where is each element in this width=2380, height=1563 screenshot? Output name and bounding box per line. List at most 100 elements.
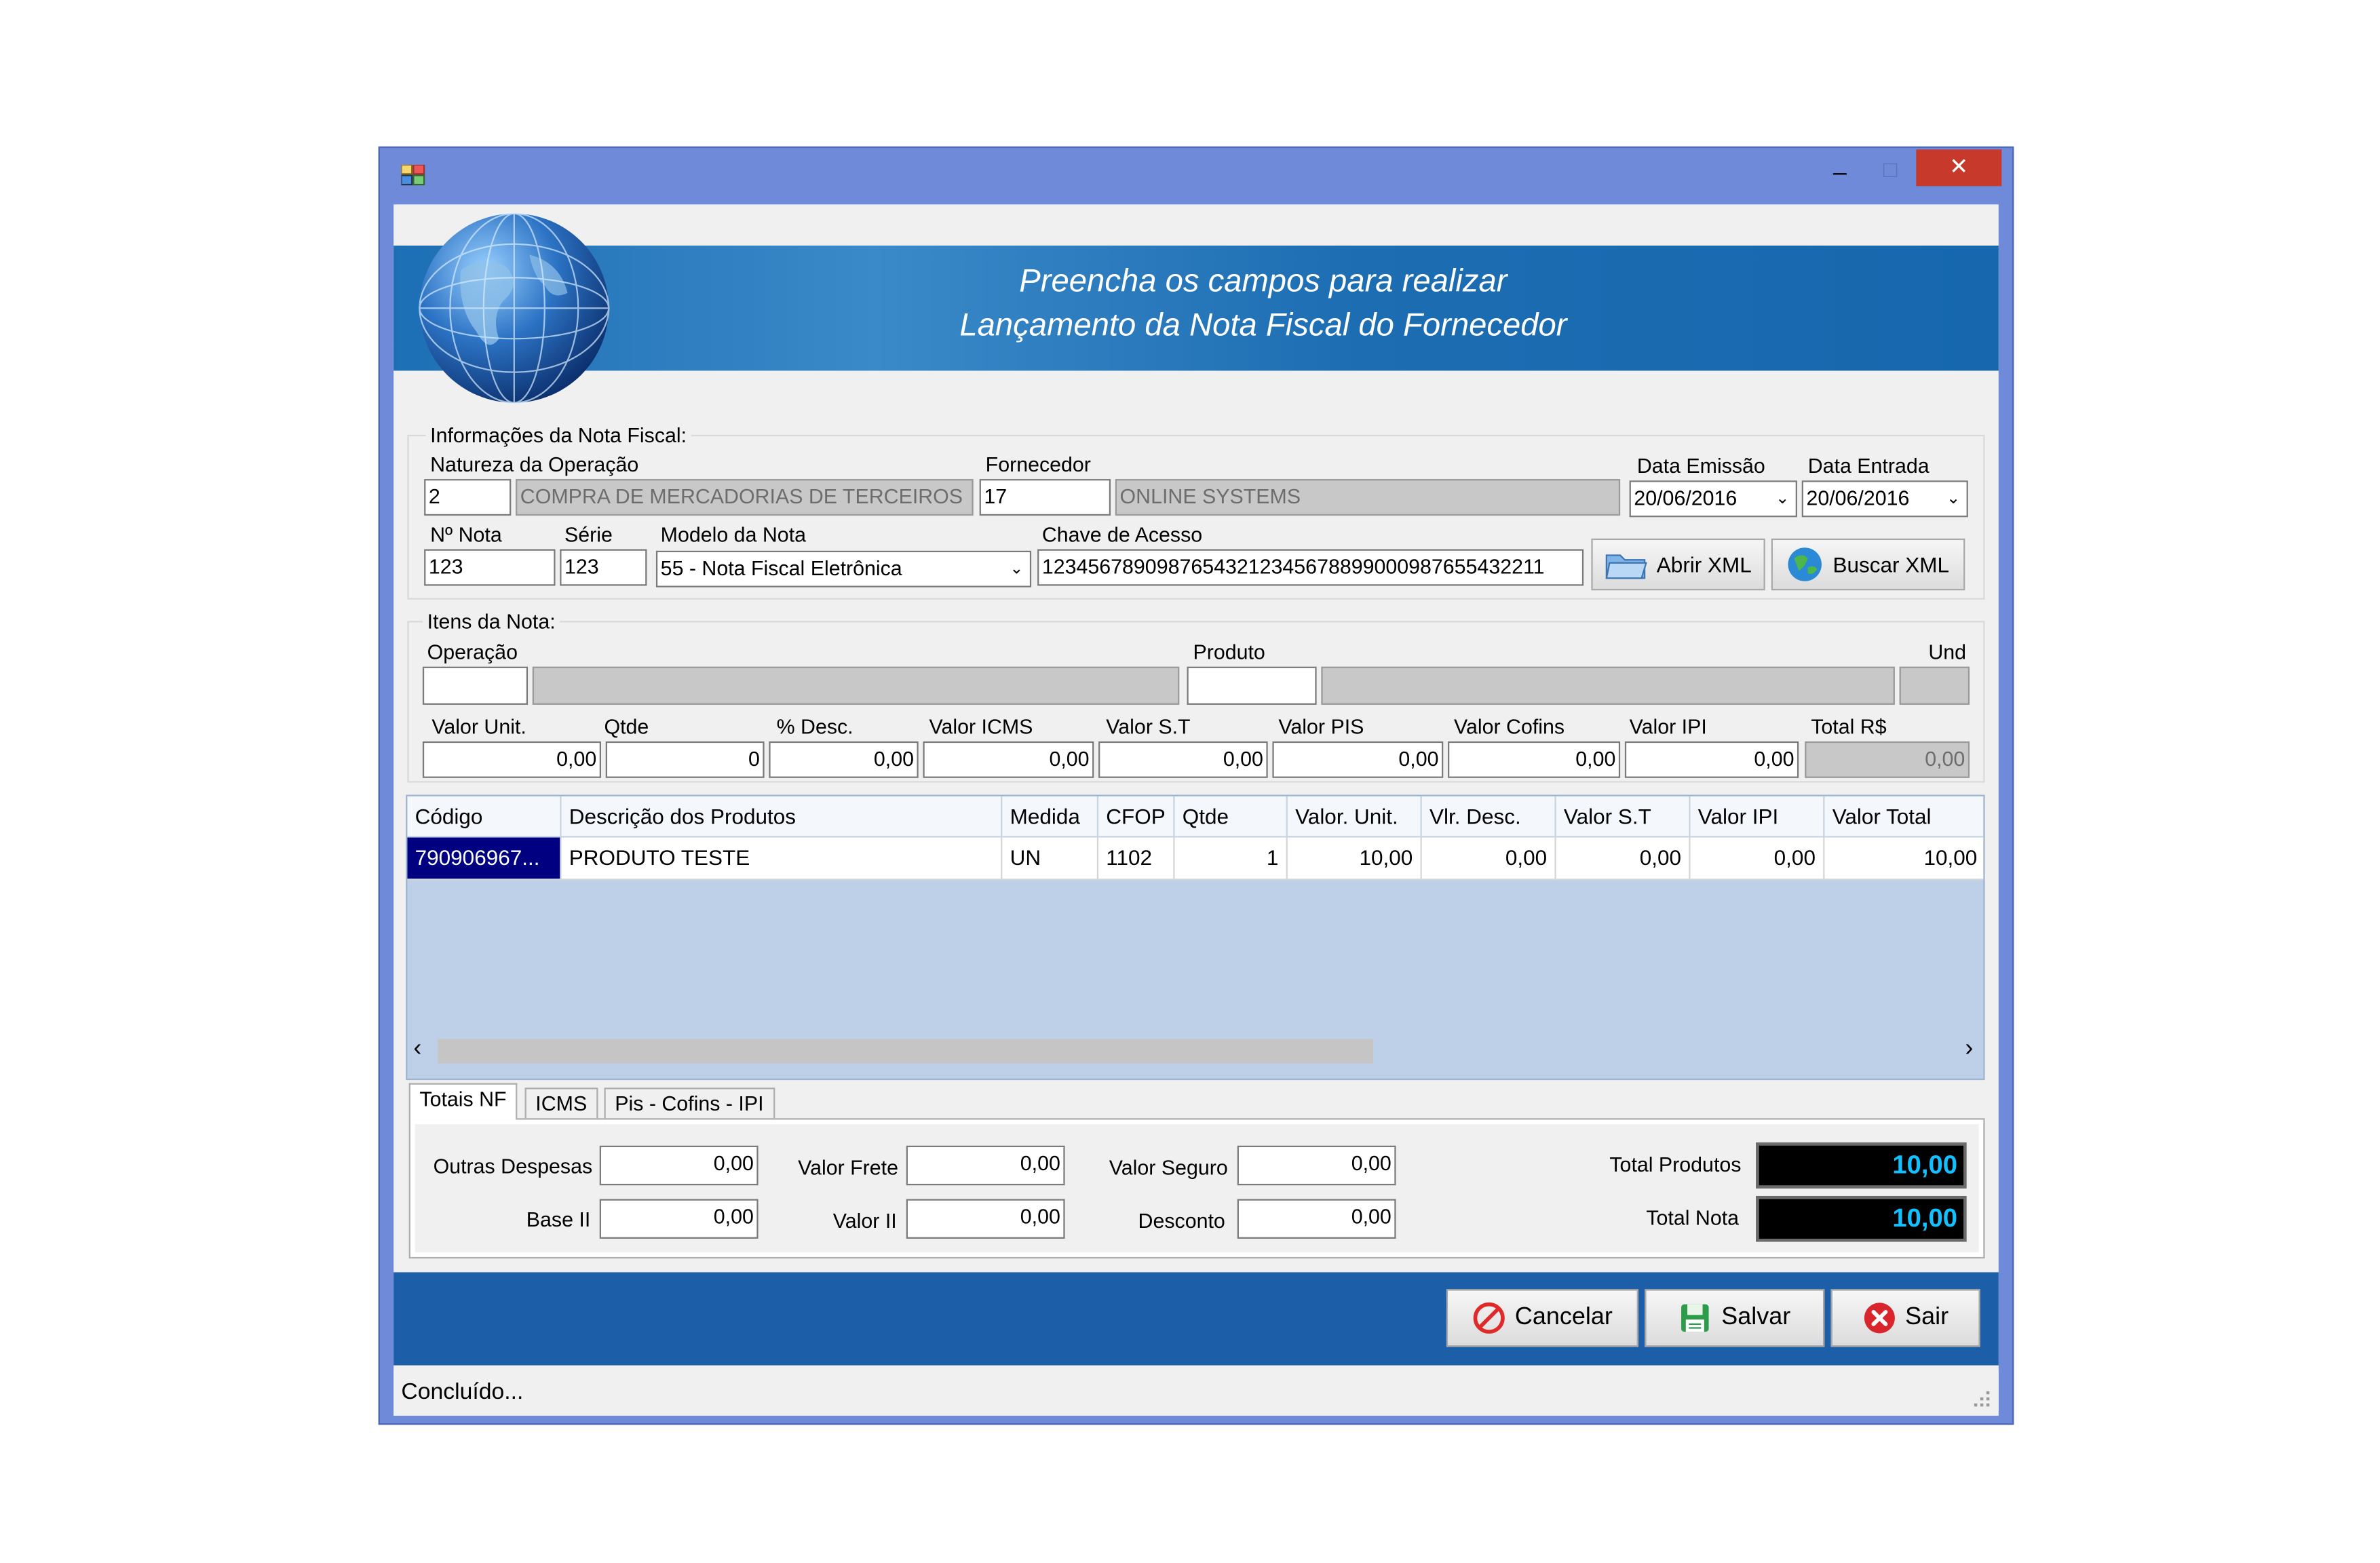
chave-input[interactable]: 1234567890987654321234567889900098765543… [1037,549,1584,586]
scroll-left-icon[interactable]: ‹ [413,1036,421,1063]
tab-icms[interactable]: ICMS [524,1087,598,1120]
icms-label: Valor ICMS [929,715,1033,739]
column-header-valor-total[interactable]: Valor Total [1824,796,1984,838]
close-circle-icon [1864,1302,1895,1334]
folder-icon [1605,554,1647,579]
status-text: Concluído... [401,1378,524,1406]
nota-input[interactable]: 123 [424,549,556,586]
produto-desc-input[interactable] [1321,666,1895,705]
outras-label: Outras Despesas [433,1155,593,1178]
title-bar[interactable]: – □ ✕ [380,148,2012,203]
chevron-down-icon: ⌄ [1010,560,1024,579]
resize-grip-icon[interactable] [1973,1388,1991,1407]
chave-label: Chave de Acesso [1041,523,1203,547]
valor-unit-input[interactable]: 0,00 [422,741,601,778]
total-nota-value: 10,00 [1756,1195,1967,1242]
qtde-input[interactable]: 0 [605,741,765,778]
modelo-select[interactable]: 55 - Nota Fiscal Eletrônica ⌄ [655,550,1032,587]
chevron-down-icon: ⌄ [1775,489,1790,508]
cell-valor-total[interactable]: 10,00 [1824,837,1984,881]
outras-input[interactable]: 0,00 [599,1145,759,1186]
itens-group-title: Itens da Nota: [422,610,560,635]
minimize-button[interactable]: – [1822,157,1858,191]
column-header-cfop[interactable]: CFOP [1098,796,1175,838]
column-header-codigo[interactable]: Código [407,796,562,838]
banner-line-1: Preencha os campos para realizar [1019,264,1508,299]
desconto-label: Desconto [1138,1210,1225,1233]
pis-input[interactable]: 0,00 [1272,741,1444,778]
icms-input[interactable]: 0,00 [923,741,1094,778]
status-bar: Concluído... [394,1370,1999,1416]
save-icon [1681,1304,1710,1332]
grid-header: Código Descrição dos Produtos Medida CFOP Qt… [407,796,1984,838]
data-emissao-picker[interactable]: 20/06/2016 ⌄ [1629,480,1797,518]
cofins-input[interactable]: 0,00 [1448,741,1621,778]
cell-valor-ipi[interactable]: 0,00 [1690,837,1825,881]
natureza-desc-input[interactable]: COMPRA DE MERCADORIAS DE TERCEIROS [516,479,974,516]
operacao-desc-input[interactable] [532,666,1180,705]
window-client-area: Preencha os campos para realizar Lançame… [394,204,1999,1416]
desc-input[interactable]: 0,00 [769,741,919,778]
frete-input[interactable]: 0,00 [906,1145,1065,1186]
buscar-xml-button[interactable]: Buscar XML [1771,538,1965,591]
column-header-descricao[interactable]: Descrição dos Produtos [561,796,1003,838]
pis-label: Valor PIS [1278,715,1364,739]
desc-label: % Desc. [776,715,853,739]
total-label: Total R$ [1811,715,1887,739]
total-input[interactable]: 0,00 [1805,741,1970,778]
cell-vlr-desc[interactable]: 0,00 [1421,837,1556,881]
base-input[interactable]: 0,00 [599,1199,759,1239]
column-header-valor-ipi[interactable]: Valor IPI [1690,796,1825,838]
close-button[interactable]: ✕ [1916,149,2002,187]
info-group-title: Informações da Nota Fiscal: [425,424,691,449]
tab-pis-cofins-ipi[interactable]: Pis - Cofins - IPI [604,1087,775,1120]
produto-label: Produto [1193,640,1265,664]
column-header-valor-unit[interactable]: Valor. Unit. [1287,796,1422,838]
produto-code-input[interactable] [1187,666,1317,705]
und-input[interactable] [1899,666,1970,705]
cancelar-button[interactable]: Cancelar [1446,1289,1639,1347]
abrir-xml-button[interactable]: Abrir XML [1591,538,1765,591]
scroll-right-icon[interactable]: › [1965,1036,1973,1063]
data-entrada-picker[interactable]: 20/06/2016 ⌄ [1801,480,1968,518]
st-input[interactable]: 0,00 [1098,741,1268,778]
natureza-label: Natureza da Operação [430,452,639,476]
cell-descricao[interactable]: PRODUTO TESTE [561,837,1003,881]
cell-cfop[interactable]: 1102 [1098,837,1175,881]
column-header-medida[interactable]: Medida [1002,796,1099,838]
data-entrada-value: 20/06/2016 [1806,486,1910,510]
cell-codigo[interactable]: 790906967... [407,837,562,881]
scrollbar-thumb[interactable] [438,1039,1373,1064]
fornecedor-code-input[interactable]: 17 [979,479,1111,516]
serie-input[interactable]: 123 [560,549,647,586]
desconto-input[interactable]: 0,00 [1237,1199,1396,1239]
totais-panel: Outras Despesas 0,00 Valor Frete 0,00 Va… [408,1118,1985,1259]
ipi-input[interactable]: 0,00 [1624,741,1799,778]
cell-valor-st[interactable]: 0,00 [1556,837,1691,881]
seguro-input[interactable]: 0,00 [1237,1145,1396,1186]
valor-ii-input[interactable]: 0,00 [906,1199,1065,1239]
salvar-button[interactable]: Salvar [1645,1289,1825,1347]
column-header-vlr-desc[interactable]: Vlr. Desc. [1421,796,1556,838]
maximize-button[interactable]: □ [1872,154,1908,187]
cell-valor-unit[interactable]: 10,00 [1287,837,1422,881]
natureza-code-input[interactable]: 2 [424,479,512,516]
globe-download-icon [1788,547,1822,581]
und-label: Und [1928,640,1967,664]
cell-medida[interactable]: UN [1002,837,1099,881]
operacao-code-input[interactable] [422,666,529,705]
nota-label: Nº Nota [430,523,502,547]
horizontal-scrollbar[interactable]: ‹ › [407,1034,1984,1068]
column-header-qtde[interactable]: Qtde [1174,796,1288,838]
cell-qtde[interactable]: 1 [1174,837,1288,881]
sair-button[interactable]: Sair [1830,1289,1980,1347]
abrir-xml-label: Abrir XML [1656,552,1752,577]
modelo-label: Modelo da Nota [660,523,807,547]
column-header-valor-st[interactable]: Valor S.T [1556,796,1691,838]
cancel-icon [1473,1302,1505,1334]
fornecedor-name-input[interactable]: ONLINE SYSTEMS [1115,479,1621,516]
tab-totais-nf[interactable]: Totais NF [408,1083,518,1120]
data-entrada-label: Data Entrada [1807,455,1930,478]
table-row[interactable]: 790906967... PRODUTO TESTE UN 1102 1 10,00 0,0… [407,837,1984,881]
app-window-icon [400,163,425,186]
